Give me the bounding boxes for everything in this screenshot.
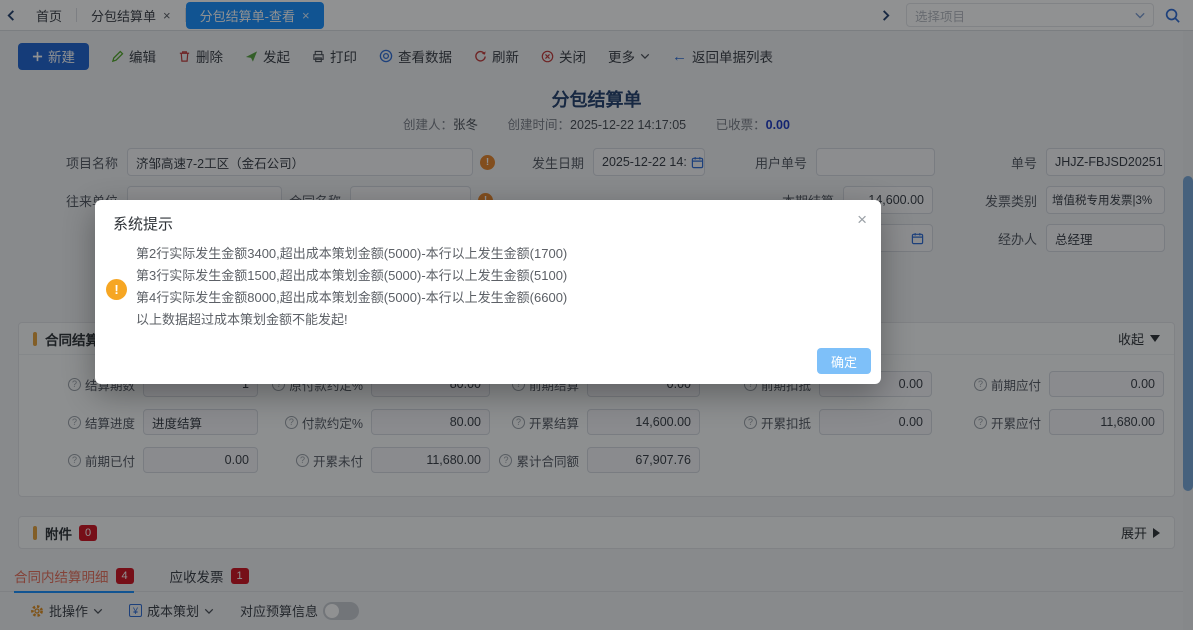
confirm-button[interactable]: 确定 xyxy=(817,348,871,374)
modal-title: 系统提示 xyxy=(113,213,173,234)
system-prompt-modal: 系统提示 × ! 第2行实际发生金额3400,超出成本策划金额(5000)-本行… xyxy=(95,200,881,384)
warning-circle-icon: ! xyxy=(106,279,127,300)
modal-message-line: 第4行实际发生金额8000,超出成本策划金额(5000)-本行以上发生金额(66… xyxy=(136,287,567,309)
modal-message-line: 以上数据超过成本策划金额不能发起! xyxy=(136,309,567,331)
app-window: 首页 分包结算单 × 分包结算单-查看 × 选择项目 xyxy=(0,0,1193,630)
modal-message-line: 第2行实际发生金额3400,超出成本策划金额(5000)-本行以上发生金额(17… xyxy=(136,243,567,265)
modal-message: 第2行实际发生金额3400,超出成本策划金额(5000)-本行以上发生金额(17… xyxy=(136,243,567,331)
modal-close-icon[interactable]: × xyxy=(857,211,867,228)
modal-message-line: 第3行实际发生金额1500,超出成本策划金额(5000)-本行以上发生金额(51… xyxy=(136,265,567,287)
